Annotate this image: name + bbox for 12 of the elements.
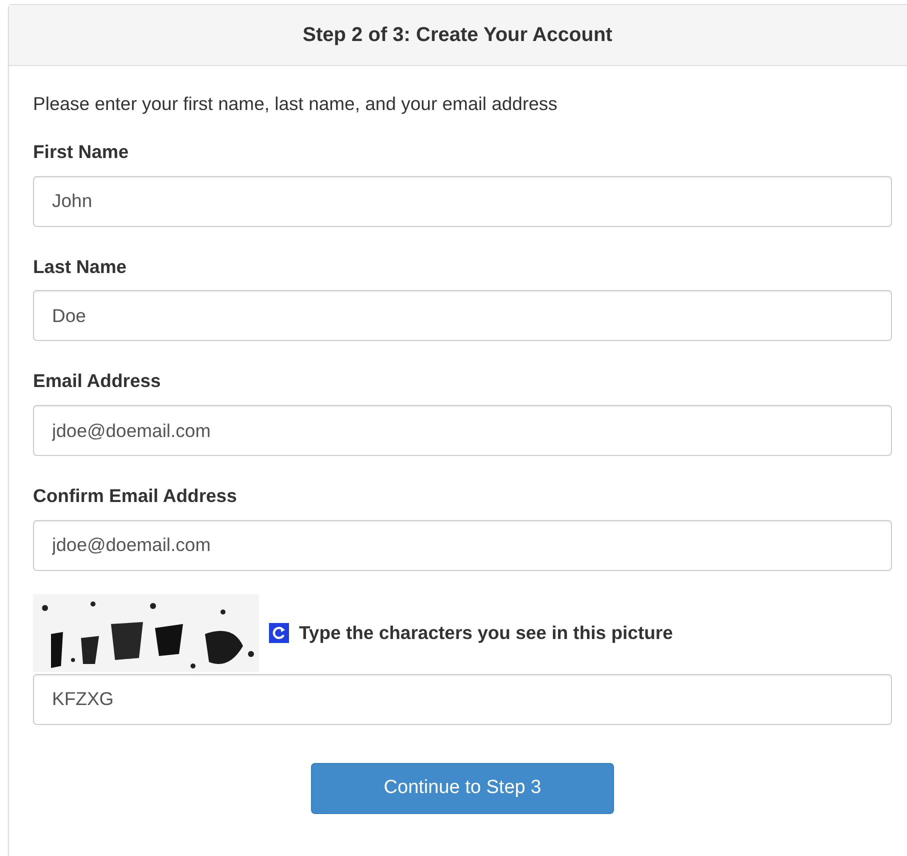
- continue-button[interactable]: Continue to Step 3: [311, 762, 614, 814]
- captcha-input-field[interactable]: KFZXG: [33, 674, 892, 725]
- field-label: First Name: [33, 140, 129, 164]
- intro-text: Please enter your first name, last name, and your email address: [33, 92, 558, 116]
- refresh-icon[interactable]: [269, 622, 289, 643]
- captcha-prompt: Type the characters you see in this picture: [299, 620, 673, 645]
- input-field[interactable]: Doe: [33, 290, 892, 342]
- field-label: Confirm Email Address: [33, 484, 237, 508]
- input-field[interactable]: John: [33, 176, 892, 226]
- field-label: Last Name: [33, 254, 127, 278]
- panel-title: Step 2 of 3: Create Your Account: [302, 23, 612, 48]
- field-label: Email Address: [33, 369, 161, 394]
